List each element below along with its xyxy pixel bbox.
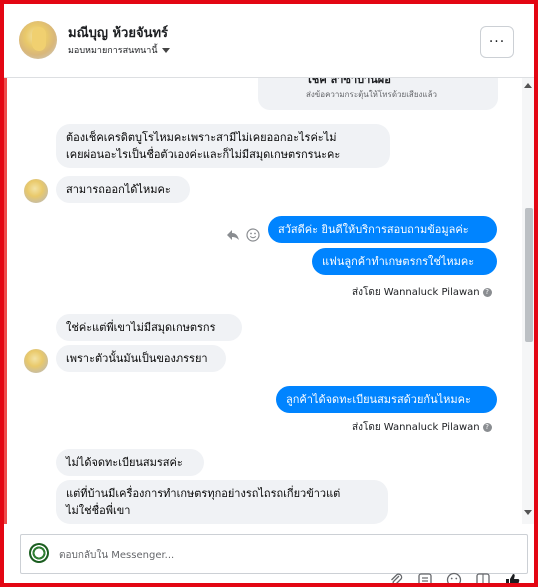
- info-icon[interactable]: ?: [482, 288, 492, 297]
- message-bubble-incoming[interactable]: สามารถออกได้ไหมคะ: [56, 176, 190, 203]
- contact-name[interactable]: มณีบุญ ห้วยจันทร์: [68, 22, 168, 43]
- message-line: เพราะตัวนั้นมันเป็นของภรรยา: [66, 352, 208, 365]
- thread-left-accent: [4, 78, 7, 524]
- message-line: แฟนลูกค้าทำเกษตรกรใช่ไหมคะ: [322, 255, 475, 268]
- reply-arrow-icon[interactable]: [226, 229, 240, 241]
- message-actions: [226, 228, 260, 242]
- message-bubble-incoming[interactable]: ใช่ค่ะแต่พี่เขาไม่มีสมุดเกษตรกร: [56, 314, 242, 341]
- thread-scrollbar[interactable]: [522, 78, 534, 524]
- assign-conversation-dropdown[interactable]: มอบหมายการสนทนานี้: [68, 43, 170, 57]
- composer-toolbar: [388, 572, 520, 584]
- contact-avatar-small[interactable]: [24, 179, 48, 203]
- message-bubble-incoming[interactable]: ต้องเช็คเครดิตบูโรไหมคะเพราะสามีไม่เคยออ…: [56, 124, 390, 168]
- contact-avatar[interactable]: [19, 21, 57, 59]
- message-thread[interactable]: โชค ลาซาบานผอ ส่งข้อความกระตุ้นให้โทรด้ว…: [4, 78, 534, 524]
- thumbs-up-icon[interactable]: [504, 572, 520, 584]
- call-card-subtitle: ส่งข้อความกระตุ้นให้โทรด้วยเสียงแล้ว: [306, 90, 437, 99]
- message-line: ไม่ใช่ชื่อพี่เขา: [66, 504, 131, 517]
- message-line: สามารถออกได้ไหมคะ: [66, 183, 171, 196]
- message-bubble-outgoing[interactable]: สวัสดีค่ะ ยินดีให้บริการสอบถามข้อมูลค่ะ: [268, 216, 497, 243]
- assign-label: มอบหมายการสนทนานี้: [68, 46, 158, 56]
- contact-avatar-small[interactable]: [24, 349, 48, 373]
- message-line: ลูกค้าได้จดทะเบียนสมรสด้วยกันไหมคะ: [286, 393, 471, 406]
- emoji-icon[interactable]: [246, 228, 260, 242]
- paperclip-icon[interactable]: [388, 572, 404, 584]
- emoji-picker-icon[interactable]: [446, 572, 462, 584]
- sent-by-prefix: ส่งโดย: [352, 422, 381, 433]
- message-bubble-incoming[interactable]: เพราะตัวนั้นมันเป็นของภรรยา: [56, 345, 226, 372]
- scroll-up-arrow-icon[interactable]: [524, 83, 532, 88]
- caret-down-icon: [161, 47, 170, 53]
- message-line: ไม่ได้จดทะเบียนสมรสค่ะ: [66, 456, 183, 469]
- message-bubble-outgoing[interactable]: แฟนลูกค้าทำเกษตรกรใช่ไหมคะ: [312, 248, 497, 275]
- call-prompt-card: โชค ลาซาบานผอ ส่งข้อความกระตุ้นให้โทรด้ว…: [258, 78, 498, 110]
- more-options-button[interactable]: ···: [480, 26, 514, 58]
- message-line: เคยผ่อนอะไรเป็นชื่อตัวเองค่ะและก็ไม่มีสม…: [66, 148, 341, 161]
- message-line: สวัสดีค่ะ ยินดีให้บริการสอบถามข้อมูลค่ะ: [278, 223, 469, 236]
- more-dots-icon: ···: [488, 34, 506, 50]
- sent-by-label: ส่งโดย Wannaluck Pilawan ?: [352, 285, 492, 300]
- message-line: ใช่ค่ะแต่พี่เขาไม่มีสมุดเกษตรกร: [66, 321, 216, 334]
- info-icon[interactable]: ?: [482, 423, 492, 432]
- reply-composer[interactable]: [20, 534, 528, 574]
- sent-by-agent[interactable]: Wannaluck Pilawan: [384, 422, 480, 433]
- message-line: ต้องเช็คเครดิตบูโรไหมคะเพราะสามีไม่เคยออ…: [66, 131, 337, 144]
- sent-by-agent[interactable]: Wannaluck Pilawan: [384, 287, 480, 298]
- sent-by-prefix: ส่งโดย: [352, 287, 381, 298]
- gif-icon[interactable]: [475, 572, 491, 584]
- call-card-title: โชค ลาซาบานผอ: [306, 78, 391, 86]
- sent-by-label: ส่งโดย Wannaluck Pilawan ?: [352, 420, 492, 435]
- saved-reply-icon[interactable]: [417, 572, 433, 584]
- message-line: แต่ที่บ้านมีเครื่องการทำเกษตรทุกอย่างรถไ…: [66, 487, 341, 500]
- scroll-down-arrow-icon[interactable]: [524, 510, 532, 515]
- message-bubble-incoming[interactable]: แต่ที่บ้านมีเครื่องการทำเกษตรทุกอย่างรถไ…: [56, 480, 388, 524]
- message-bubble-incoming[interactable]: ไม่ได้จดทะเบียนสมรสค่ะ: [56, 449, 204, 476]
- message-bubble-outgoing[interactable]: ลูกค้าได้จดทะเบียนสมรสด้วยกันไหมคะ: [276, 386, 497, 413]
- reply-input[interactable]: [57, 545, 361, 565]
- conversation-header: มณีบุญ ห้วยจันทร์ มอบหมายการสนทนานี้ ···: [4, 4, 534, 78]
- page-avatar-icon: [29, 543, 49, 563]
- scrollbar-thumb[interactable]: [525, 208, 533, 342]
